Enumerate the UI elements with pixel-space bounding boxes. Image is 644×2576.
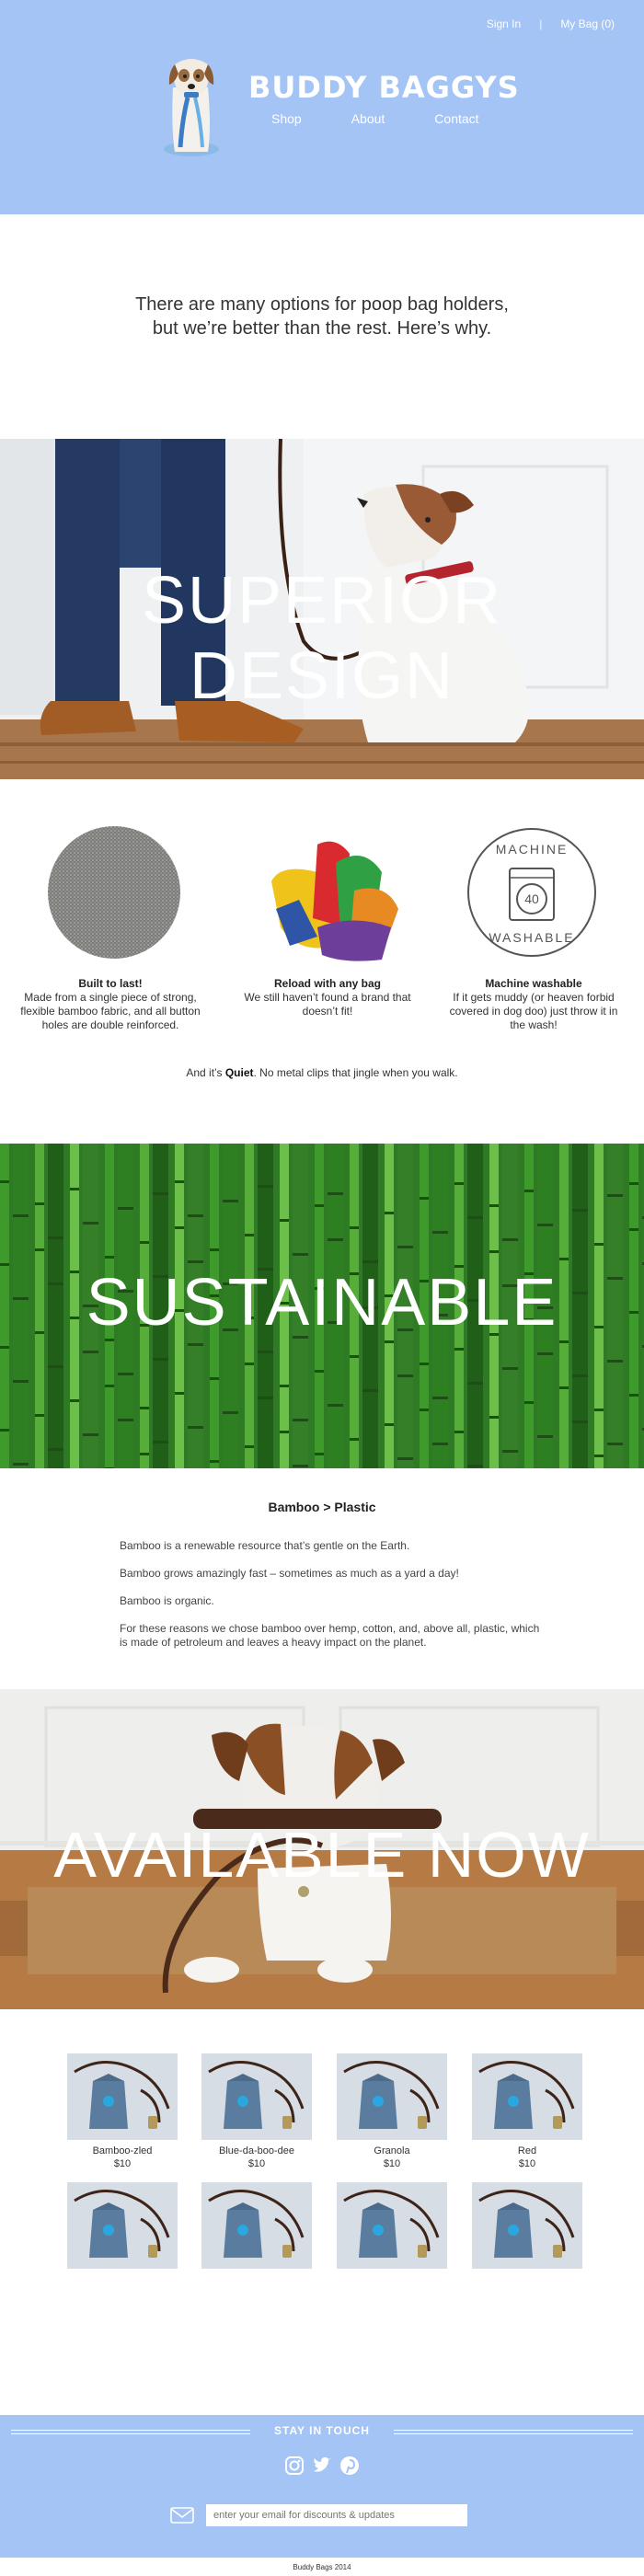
divider xyxy=(394,2430,633,2434)
feature-built-to-last: Built to last! Made from a single piece … xyxy=(18,977,202,1032)
product-image[interactable] xyxy=(472,2053,582,2140)
instagram-icon[interactable] xyxy=(284,2455,305,2476)
product-image[interactable] xyxy=(201,2182,312,2269)
top-nav: Sign In | My Bag (0) xyxy=(487,17,615,30)
product-price: $10 xyxy=(113,2158,132,2169)
my-bag-link[interactable]: My Bag (0) xyxy=(560,17,615,30)
bamboo-paragraph: For these reasons we chose bamboo over h… xyxy=(120,1622,540,1649)
nav-shop[interactable]: Shop xyxy=(271,111,302,126)
feature-title: Machine washable xyxy=(485,977,582,990)
feature-reload: Reload with any bag We still haven’t fou… xyxy=(236,977,420,1018)
mail-icon xyxy=(170,2507,194,2524)
product-card[interactable]: Bamboo-zled $10 xyxy=(67,2053,178,2170)
wash-temp-label: 40 xyxy=(524,891,539,906)
quiet-bold: Quiet xyxy=(224,1066,254,1079)
machine-label: MACHINE xyxy=(496,842,569,857)
nav-about[interactable]: About xyxy=(351,111,385,126)
feature-title: Reload with any bag xyxy=(273,977,381,990)
intro-line-1: There are many options for poop bag hold… xyxy=(135,294,509,315)
twitter-icon[interactable] xyxy=(312,2455,332,2476)
available-now-banner: AVAILABLE NOW xyxy=(0,1689,644,2009)
product-name: Blue-da-boo-dee xyxy=(219,2145,294,2156)
product-price: $10 xyxy=(247,2158,266,2169)
sustainable-title: SUSTAINABLE xyxy=(86,1266,558,1340)
washing-machine-icon: 40 MACHINE WASHABLE xyxy=(467,828,596,957)
main-nav: Shop About Contact xyxy=(271,111,479,126)
feature-washable: Machine washable If it gets muddy (or he… xyxy=(442,977,626,1032)
available-now-title: AVAILABLE NOW xyxy=(53,1819,591,1891)
intro-line-2: but we’re better than the rest. Here’s w… xyxy=(152,318,492,339)
product-card[interactable]: Granola $10 xyxy=(337,2053,447,2170)
bamboo-title: Bamboo > Plastic xyxy=(268,1500,376,1514)
product-price: $10 xyxy=(518,2158,536,2169)
bamboo-paragraph: Bamboo is a renewable resource that’s ge… xyxy=(120,1539,410,1552)
site-footer: STAY IN TOUCH xyxy=(0,2415,644,2558)
product-card[interactable] xyxy=(201,2182,312,2273)
product-image[interactable] xyxy=(67,2182,178,2269)
bamboo-paragraph: Bamboo is organic. xyxy=(120,1594,214,1607)
pinterest-icon[interactable] xyxy=(339,2455,360,2476)
product-image[interactable] xyxy=(201,2053,312,2140)
sustainable-banner: SUSTAINABLE xyxy=(0,1144,644,1468)
feature-title: Built to last! xyxy=(78,977,143,990)
product-card[interactable]: Red $10 xyxy=(472,2053,582,2170)
quiet-note: And it’s Quiet. No metal clips that jing… xyxy=(0,1066,644,1079)
product-name: Granola xyxy=(374,2145,410,2156)
fabric-swatch-icon xyxy=(48,826,180,959)
product-price: $10 xyxy=(383,2158,401,2169)
quiet-prefix: And it’s xyxy=(186,1066,225,1079)
nav-separator: | xyxy=(539,17,543,30)
dog-logo-icon[interactable] xyxy=(155,46,228,161)
product-image[interactable] xyxy=(472,2182,582,2269)
bamboo-paragraph: Bamboo grows amazingly fast – sometimes … xyxy=(120,1567,459,1580)
intro-text: There are many options for poop bag hold… xyxy=(0,293,644,340)
washable-label: WASHABLE xyxy=(489,930,574,945)
feature-text: Made from a single piece of strong, flex… xyxy=(20,991,201,1031)
superior-design-title: SUPERIOR DESIGN xyxy=(141,564,503,713)
sign-in-link[interactable]: Sign In xyxy=(487,17,521,30)
product-name: Red xyxy=(517,2145,537,2156)
nav-contact[interactable]: Contact xyxy=(434,111,478,126)
feature-text: We still haven’t found a brand that does… xyxy=(244,991,411,1018)
product-card[interactable] xyxy=(472,2182,582,2273)
superior-design-banner: SUPERIOR DESIGN xyxy=(0,439,644,779)
product-card[interactable] xyxy=(67,2182,178,2273)
copyright: Buddy Bags 2014 xyxy=(293,2563,351,2571)
social-links xyxy=(0,2455,644,2476)
product-card[interactable] xyxy=(337,2182,447,2273)
product-image[interactable] xyxy=(337,2182,447,2269)
quiet-suffix: . No metal clips that jingle when you wa… xyxy=(253,1066,458,1079)
product-image[interactable] xyxy=(337,2053,447,2140)
feature-text: If it gets muddy (or heaven forbid cover… xyxy=(449,991,618,1031)
product-card[interactable]: Blue-da-boo-dee $10 xyxy=(201,2053,312,2170)
product-name: Bamboo-zled xyxy=(92,2145,153,2156)
colored-bags-icon xyxy=(271,841,398,961)
product-image[interactable] xyxy=(67,2053,178,2140)
site-header: Sign In | My Bag (0) BUDDY BAGGYS Shop A… xyxy=(0,0,644,214)
brand-title[interactable]: BUDDY BAGGYS xyxy=(248,70,520,105)
email-signup-input[interactable] xyxy=(206,2504,467,2526)
